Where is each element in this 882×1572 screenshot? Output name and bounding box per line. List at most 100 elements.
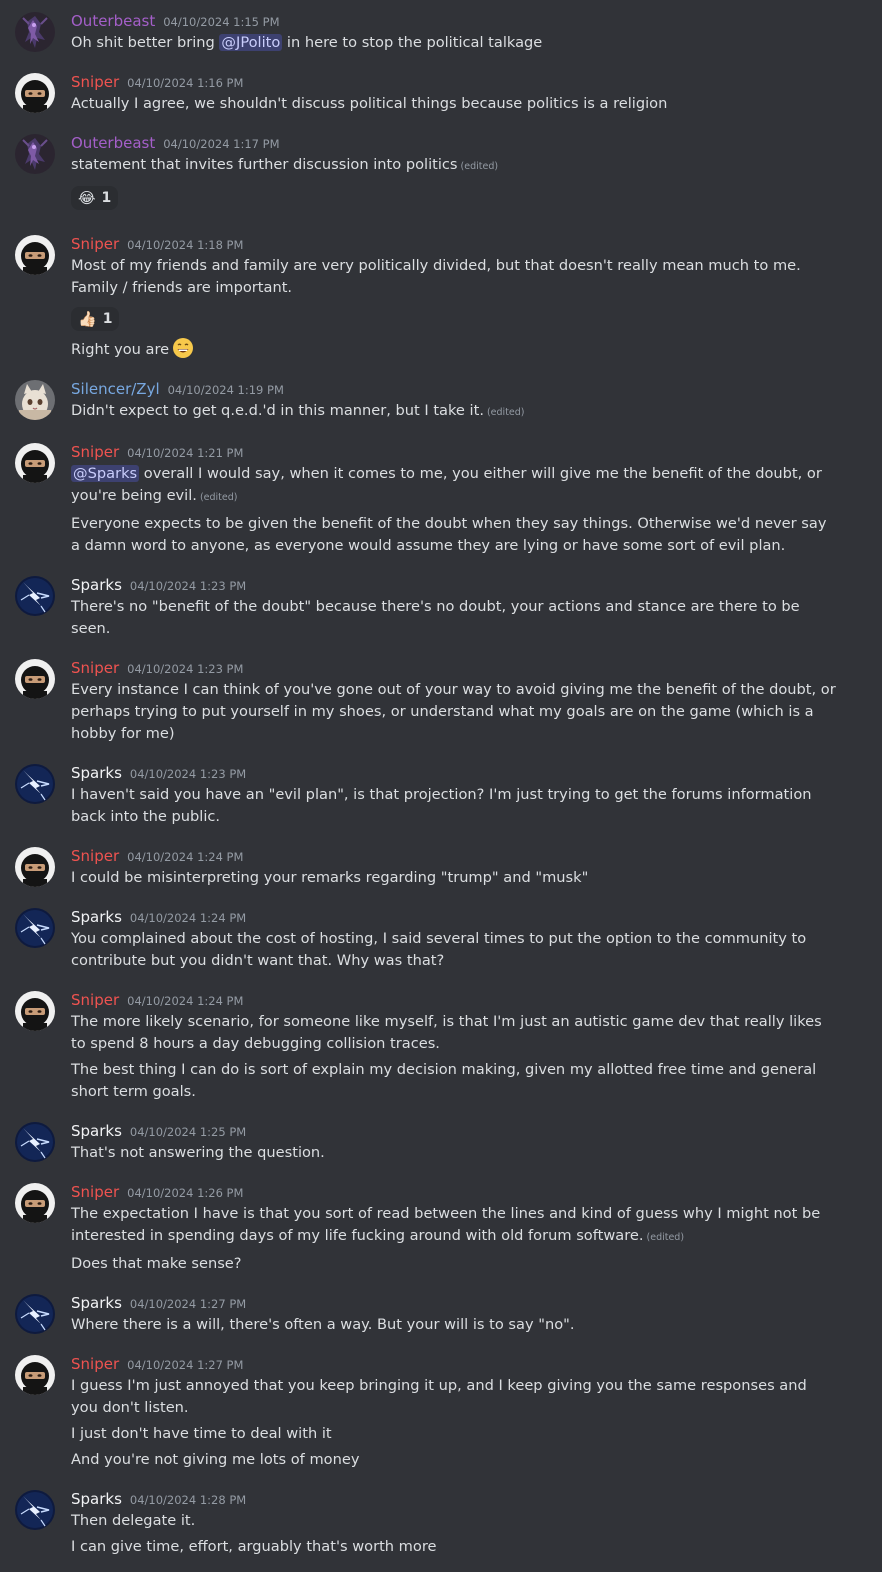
message-text: Then delegate it. bbox=[71, 1512, 196, 1529]
message-text: Everyone expects to be given the benefit… bbox=[71, 515, 827, 554]
message-text: You complained about the cost of hosting… bbox=[71, 930, 807, 969]
message-header: Sniper 04/10/2024 1:16 PM bbox=[71, 71, 838, 93]
username[interactable]: Sparks bbox=[71, 762, 122, 784]
edited-label: (edited) bbox=[486, 407, 525, 418]
username[interactable]: Sparks bbox=[71, 906, 122, 928]
message-group: Sniper 04/10/2024 1:26 PM The expectatio… bbox=[0, 1181, 882, 1275]
message-header: Sparks 04/10/2024 1:25 PM bbox=[71, 1120, 838, 1142]
ninja-avatar-icon[interactable] bbox=[15, 443, 55, 483]
username[interactable]: Sniper bbox=[71, 1353, 119, 1375]
message-text: I could be misinterpreting your remarks … bbox=[71, 869, 589, 886]
edited-label: (edited) bbox=[646, 1232, 685, 1243]
username[interactable]: Sparks bbox=[71, 1292, 122, 1314]
username[interactable]: Sniper bbox=[71, 233, 119, 255]
username[interactable]: Sniper bbox=[71, 845, 119, 867]
message-group: Outerbeast 04/10/2024 1:17 PM statement … bbox=[0, 132, 882, 216]
username[interactable]: Sniper bbox=[71, 1181, 119, 1203]
timestamp: 04/10/2024 1:27 PM bbox=[127, 1358, 244, 1372]
user-mention[interactable]: @Sparks bbox=[71, 465, 140, 482]
message-group: Sniper 04/10/2024 1:16 PM Actually I agr… bbox=[0, 71, 882, 115]
ninja-avatar-icon[interactable] bbox=[15, 659, 55, 699]
reaction-count: 1 bbox=[102, 311, 113, 327]
message-group: Sniper 04/10/2024 1:24 PM The more likel… bbox=[0, 989, 882, 1103]
timestamp: 04/10/2024 1:24 PM bbox=[127, 850, 244, 864]
user-mention[interactable]: @JPolito bbox=[219, 34, 283, 51]
message-header: Outerbeast 04/10/2024 1:17 PM bbox=[71, 132, 838, 154]
edited-label: (edited) bbox=[199, 492, 238, 503]
username[interactable]: Sparks bbox=[71, 574, 122, 596]
message-group: Sparks 04/10/2024 1:23 PM I haven't said… bbox=[0, 762, 882, 828]
message-header: Sniper 04/10/2024 1:23 PM bbox=[71, 657, 838, 679]
message-header: Sniper 04/10/2024 1:24 PM bbox=[71, 989, 838, 1011]
ninja-avatar-icon[interactable] bbox=[15, 235, 55, 275]
message-group: Sniper 04/10/2024 1:23 PM Every instance… bbox=[0, 657, 882, 745]
message-group: Sparks 04/10/2024 1:24 PM You complained… bbox=[0, 906, 882, 972]
username[interactable]: Silencer/Zyl bbox=[71, 378, 160, 400]
message-header: Sniper 04/10/2024 1:27 PM bbox=[71, 1353, 838, 1375]
message-text: @Sparks overall I would say, when it com… bbox=[71, 463, 838, 509]
dragon-avatar-icon[interactable] bbox=[15, 134, 55, 174]
message-text: Right you are bbox=[71, 337, 838, 361]
lightning-avatar-icon[interactable] bbox=[15, 1490, 55, 1530]
lightning-avatar-icon[interactable] bbox=[15, 908, 55, 948]
ninja-avatar-icon[interactable] bbox=[15, 847, 55, 887]
ninja-avatar-icon[interactable] bbox=[15, 1183, 55, 1223]
message-text: And you're not giving me lots of money bbox=[71, 1451, 360, 1468]
timestamp: 04/10/2024 1:26 PM bbox=[127, 1186, 244, 1200]
username[interactable]: Outerbeast bbox=[71, 132, 155, 154]
message-header: Sparks 04/10/2024 1:28 PM bbox=[71, 1488, 838, 1510]
message-header: Sparks 04/10/2024 1:27 PM bbox=[71, 1292, 838, 1314]
timestamp: 04/10/2024 1:18 PM bbox=[127, 238, 244, 252]
username[interactable]: Sparks bbox=[71, 1120, 122, 1142]
timestamp: 04/10/2024 1:24 PM bbox=[127, 994, 244, 1008]
message-header: Outerbeast 04/10/2024 1:15 PM bbox=[71, 10, 838, 32]
message-text: Does that make sense? bbox=[71, 1255, 242, 1272]
username[interactable]: Sniper bbox=[71, 657, 119, 679]
message-text: Every instance I can think of you've gon… bbox=[71, 681, 836, 742]
message-group: Sniper 04/10/2024 1:24 PM I could be mis… bbox=[0, 845, 882, 889]
message-group: Sparks 04/10/2024 1:25 PM That's not ans… bbox=[0, 1120, 882, 1164]
thumbs-up-emoji-icon: 👍🏻 bbox=[78, 309, 97, 328]
timestamp: 04/10/2024 1:15 PM bbox=[163, 15, 280, 29]
message-text: The more likely scenario, for someone li… bbox=[71, 1013, 822, 1052]
lightning-avatar-icon[interactable] bbox=[15, 576, 55, 616]
message-text-segment: in here to stop the political talkage bbox=[282, 34, 543, 51]
username[interactable]: Outerbeast bbox=[71, 10, 155, 32]
message-header: Sniper 04/10/2024 1:21 PM bbox=[71, 441, 838, 463]
reaction-button[interactable]: 👍🏻 1 bbox=[71, 307, 120, 331]
message-group: Outerbeast 04/10/2024 1:15 PM Oh shit be… bbox=[0, 10, 882, 54]
message-text: Most of my friends and family are very p… bbox=[71, 257, 801, 296]
message-header: Sniper 04/10/2024 1:24 PM bbox=[71, 845, 838, 867]
message-text-segment: Oh shit better bring bbox=[71, 34, 220, 51]
message-text: The expectation I have is that you sort … bbox=[71, 1203, 838, 1249]
username[interactable]: Sniper bbox=[71, 989, 119, 1011]
timestamp: 04/10/2024 1:23 PM bbox=[127, 662, 244, 676]
lightning-avatar-icon[interactable] bbox=[15, 1122, 55, 1162]
username[interactable]: Sniper bbox=[71, 441, 119, 463]
message-text-segment: Right you are bbox=[71, 341, 170, 358]
message-text: Didn't expect to get q.e.d.'d in this ma… bbox=[71, 400, 838, 424]
message-header: Sniper 04/10/2024 1:26 PM bbox=[71, 1181, 838, 1203]
timestamp: 04/10/2024 1:17 PM bbox=[163, 137, 280, 151]
message-text-segment: overall I would say, when it comes to me… bbox=[71, 465, 822, 504]
reaction-button[interactable]: 😂 1 bbox=[71, 186, 119, 210]
lightning-avatar-icon[interactable] bbox=[15, 764, 55, 804]
message-text: I just don't have time to deal with it bbox=[71, 1425, 332, 1442]
ninja-avatar-icon[interactable] bbox=[15, 73, 55, 113]
ninja-avatar-icon[interactable] bbox=[15, 991, 55, 1031]
message-text-segment: Didn't expect to get q.e.d.'d in this ma… bbox=[71, 402, 484, 419]
lightning-avatar-icon[interactable] bbox=[15, 1294, 55, 1334]
message-group: Sparks 04/10/2024 1:23 PM There's no "be… bbox=[0, 574, 882, 640]
dragon-avatar-icon[interactable] bbox=[15, 12, 55, 52]
laughing-emoji-icon: 😂 bbox=[78, 188, 96, 207]
message-text: Oh shit better bring @JPolito in here to… bbox=[71, 32, 838, 54]
cat-avatar-icon[interactable] bbox=[15, 380, 55, 420]
username[interactable]: Sparks bbox=[71, 1488, 122, 1510]
chat-message-list: Outerbeast 04/10/2024 1:15 PM Oh shit be… bbox=[0, 0, 882, 1572]
timestamp: 04/10/2024 1:28 PM bbox=[129, 1493, 247, 1507]
timestamp: 04/10/2024 1:23 PM bbox=[129, 767, 247, 781]
reaction-count: 1 bbox=[101, 190, 112, 206]
username[interactable]: Sniper bbox=[71, 71, 119, 93]
message-header: Sparks 04/10/2024 1:23 PM bbox=[71, 762, 838, 784]
ninja-avatar-icon[interactable] bbox=[15, 1355, 55, 1395]
